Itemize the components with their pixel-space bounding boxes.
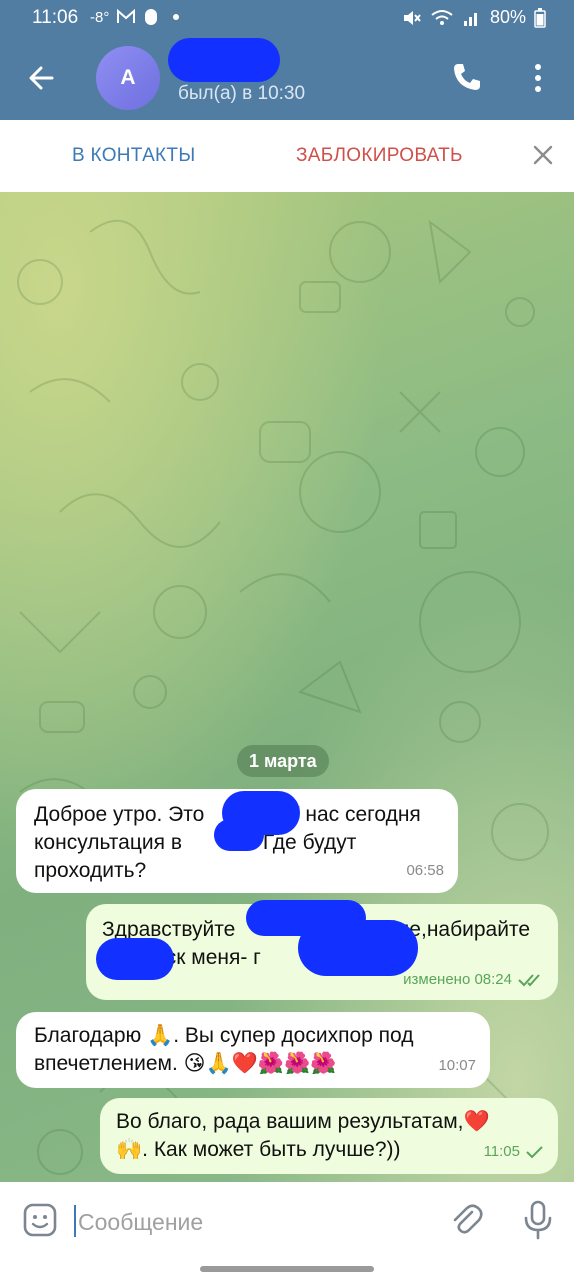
date-separator: 1 марта <box>237 745 329 777</box>
message-input[interactable] <box>78 1202 418 1242</box>
status-left-icons <box>116 8 186 26</box>
add-contact-button[interactable]: В КОНТАКТЫ <box>72 145 195 167</box>
status-bar: 11:06 -8° 80% <box>0 0 574 36</box>
message-text-part: У нас сегодня <box>286 803 421 826</box>
message-meta: 10:07 <box>438 1052 476 1080</box>
emoji-icon[interactable] <box>22 1202 58 1238</box>
redaction-mark <box>96 938 174 980</box>
message-time: 11:05 <box>483 1143 520 1160</box>
back-arrow-icon[interactable] <box>22 58 62 98</box>
redaction-mark <box>298 920 418 976</box>
message-text-part: впечетлением. 😘🙏❤️🌺🌺🌺 <box>34 1052 337 1075</box>
mute-icon <box>403 10 421 25</box>
message-text-part: Во благо, рада вашим результатам,❤️ <box>116 1110 490 1133</box>
message-meta: изменено 08:24 <box>403 966 544 994</box>
message-incoming[interactable]: Благодарю 🙏. Вы супер досихпор под впече… <box>16 1012 490 1088</box>
wifi-icon <box>431 9 453 25</box>
more-vertical-icon[interactable] <box>528 62 548 94</box>
chat-header: 11:06 -8° 80% A был(а) в 10:30 <box>0 0 574 120</box>
phone-icon[interactable] <box>450 60 484 94</box>
message-status: изменено 08:24 <box>403 971 512 988</box>
redaction-mark <box>214 819 264 851</box>
message-text-part: Благодарю 🙏. Вы супер досихпор под <box>34 1024 414 1047</box>
battery-icon <box>534 7 546 28</box>
message-outgoing[interactable]: Здравствуйте йле,набирайте иск меня- г из… <box>86 900 558 1000</box>
dot-icon <box>173 14 179 20</box>
check-icon <box>526 1146 543 1159</box>
message-meta: 11:05 <box>484 1138 544 1166</box>
avatar[interactable]: A <box>96 46 160 110</box>
last-seen-status: был(а) в 10:30 <box>178 83 306 104</box>
message-outgoing[interactable]: Во благо, рада вашим результатам,❤️ 🙌. К… <box>100 1098 558 1174</box>
paperclip-icon[interactable] <box>448 1202 484 1238</box>
block-user-button[interactable]: ЗАБЛОКИРОВАТЬ <box>296 145 463 167</box>
message-time: 10:07 <box>438 1057 476 1074</box>
message-incoming[interactable]: Доброе утро. Это У нас сегодня консульта… <box>16 789 458 893</box>
chat-area[interactable]: 1 марта Доброе утро. Это У нас сегодня к… <box>0 192 574 1182</box>
home-indicator[interactable] <box>200 1266 374 1272</box>
message-text-part: консультация в <box>34 831 188 854</box>
message-text-part: Доброе утро. Это <box>34 803 211 826</box>
status-temperature: -8° <box>90 9 110 26</box>
message-meta: 06:58 <box>406 857 444 885</box>
microphone-icon[interactable] <box>522 1200 554 1240</box>
close-icon[interactable] <box>532 144 554 166</box>
status-time: 11:06 <box>32 7 79 28</box>
double-check-icon <box>518 974 540 987</box>
status-right-icons: 80% <box>402 7 546 28</box>
message-composer <box>0 1182 574 1280</box>
message-text: Во благо, рада вашим результатам,❤️ 🙌. К… <box>116 1108 542 1164</box>
battery-percent: 80% <box>489 7 526 27</box>
message-text-part: 🙌. Как может быть лучше?)) <box>116 1138 401 1161</box>
contact-name-redaction[interactable] <box>168 38 280 82</box>
shield-icon <box>145 9 157 25</box>
text-caret <box>74 1205 76 1237</box>
signal-icon <box>463 12 477 26</box>
message-time: 06:58 <box>406 862 444 879</box>
contact-action-bar: В КОНТАКТЫ ЗАБЛОКИРОВАТЬ <box>0 120 574 192</box>
mail-icon <box>117 9 135 23</box>
message-text: Благодарю 🙏. Вы супер досихпор под впече… <box>34 1022 472 1078</box>
message-text-part: проходить? <box>34 859 147 882</box>
